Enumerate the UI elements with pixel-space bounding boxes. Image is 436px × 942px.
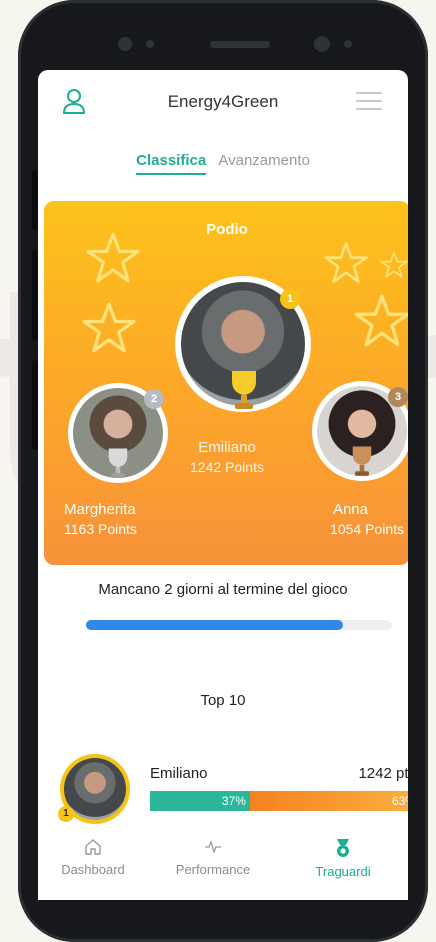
star-icon [380, 251, 408, 278]
sensor [118, 37, 132, 51]
star-icon [324, 242, 368, 283]
third-place-name: Anna [332, 501, 368, 518]
sensor [344, 40, 352, 48]
sensor [146, 40, 154, 48]
nav-traguardi-label: Traguardi [315, 864, 371, 879]
nav-traguardi[interactable]: Traguardi [288, 838, 398, 879]
second-place-name: Margherita [64, 501, 136, 518]
top-bar: Energy4Green [38, 70, 408, 132]
leader-name: Emiliano [150, 765, 208, 782]
game-progress-bar [86, 620, 392, 630]
third-place-points: 1054 Points [330, 521, 404, 537]
front-camera [314, 36, 330, 52]
nav-performance-label: Performance [175, 862, 251, 877]
hamburger-menu-icon[interactable] [356, 92, 382, 110]
rank-badge-third: 3 [388, 387, 408, 407]
star-icon [82, 302, 136, 353]
phone-notch [18, 32, 428, 56]
star-icon [86, 232, 140, 283]
top10-heading: Top 10 [200, 692, 246, 709]
tab-classifica[interactable]: Classifica [136, 152, 207, 175]
star-icon [354, 294, 408, 347]
podium-card: Podio 1 Emiliano 1242 Points 2 Margherit… [44, 201, 408, 565]
leaderboard-row[interactable]: 1 Emiliano 1242 pts 37% 63% [58, 754, 408, 826]
bottom-nav: Dashboard Performance Traguardi [38, 838, 408, 900]
silver-trophy-icon [108, 448, 128, 478]
leader-split-bar: 37% 63% [150, 791, 408, 811]
game-progress-fill [86, 620, 344, 630]
split-bar-orange: 63% [249, 791, 408, 811]
leader-points: 1242 pts [358, 765, 408, 782]
nav-dashboard-label: Dashboard [61, 862, 125, 877]
speaker [210, 41, 270, 48]
nav-performance[interactable]: Performance [158, 838, 268, 877]
tab-bar: Classifica Avanzamento [38, 152, 408, 175]
countdown-text: Mancano 2 giorni al termine del gioco [98, 581, 348, 598]
split-bar-green: 37% [150, 791, 250, 811]
medal-icon [337, 839, 349, 857]
rank-badge-second: 2 [144, 389, 164, 409]
home-icon [85, 839, 101, 855]
nav-dashboard[interactable]: Dashboard [38, 838, 148, 877]
rank-badge-first: 1 [280, 289, 300, 309]
app-title: Energy4Green [167, 92, 279, 111]
tab-avanzamento[interactable]: Avanzamento [218, 152, 309, 173]
app-screen: Energy4Green Classifica Avanzamento Podi… [38, 70, 408, 900]
leader-rank-badge: 1 [58, 806, 74, 822]
pulse-icon [205, 840, 221, 854]
bronze-trophy-icon [352, 446, 372, 476]
gold-trophy-icon [232, 371, 256, 409]
second-place-points: 1163 Points [64, 521, 137, 537]
